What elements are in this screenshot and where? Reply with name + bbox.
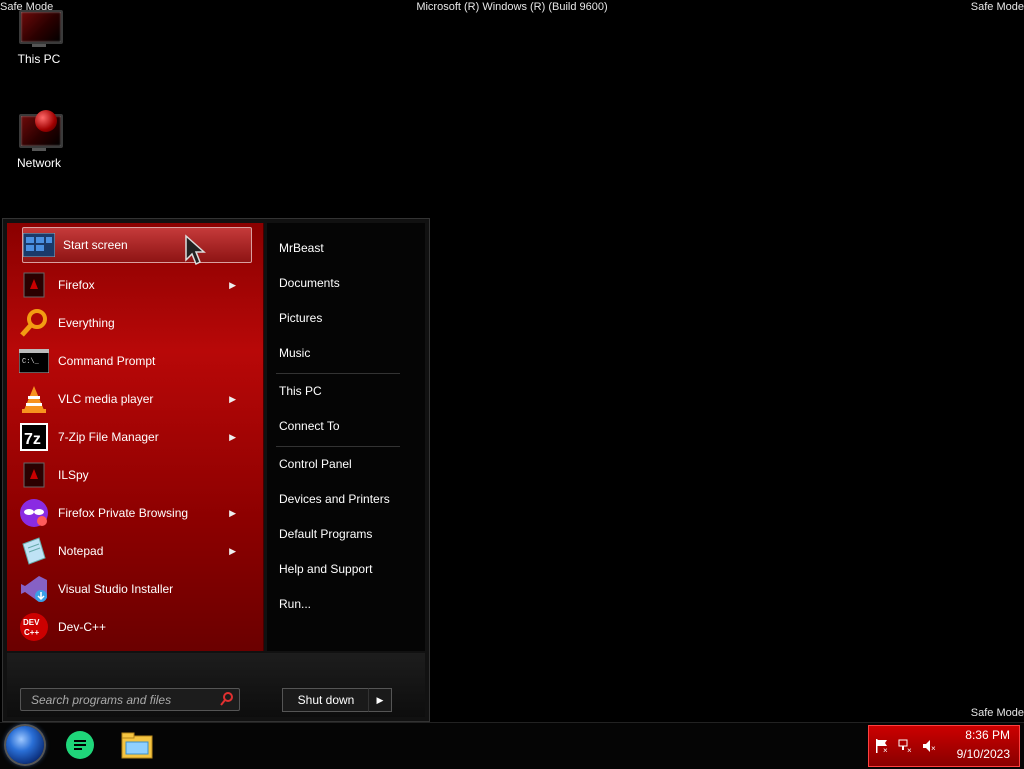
place-pictures[interactable]: Pictures	[279, 311, 322, 325]
submenu-arrow-icon: ▶	[229, 393, 236, 404]
vlc-icon	[18, 383, 50, 415]
ilspy-icon	[18, 459, 50, 491]
program-label: Start screen	[63, 238, 128, 252]
shutdown-button[interactable]: Shut down	[282, 688, 370, 712]
mouse-cursor-icon	[185, 234, 206, 266]
action-center-flag-icon[interactable]: ×	[874, 738, 890, 755]
search-icon[interactable]	[219, 691, 235, 707]
svg-text:×: ×	[883, 746, 888, 754]
program-label: Visual Studio Installer	[58, 582, 174, 596]
program-ilspy[interactable]: ILSpy	[18, 458, 250, 492]
places-separator	[276, 373, 400, 374]
submenu-arrow-icon: ▶	[229, 545, 236, 556]
safe-mode-label-bottom-right: Safe Mode	[970, 707, 1024, 719]
firefox-icon	[18, 269, 50, 301]
program-vlc[interactable]: VLC media player ▶	[18, 382, 250, 416]
safe-mode-label-top-right: Safe Mode	[970, 1, 1024, 13]
program-command-prompt[interactable]: C:\_ Command Prompt	[18, 344, 250, 378]
place-music[interactable]: Music	[279, 346, 310, 360]
program-label: Firefox	[58, 278, 95, 292]
place-documents[interactable]: Documents	[279, 276, 340, 290]
desktop-icon-this-pc[interactable]: This PC	[4, 8, 74, 66]
submenu-arrow-icon: ▶	[229, 431, 236, 442]
place-devices-printers[interactable]: Devices and Printers	[279, 492, 390, 506]
taskbar-app-file-explorer[interactable]	[120, 730, 153, 760]
start-button[interactable]	[6, 726, 44, 764]
program-label: 7-Zip File Manager	[58, 430, 159, 444]
search-input[interactable]	[29, 691, 213, 709]
program-everything[interactable]: Everything	[18, 306, 250, 340]
devcpp-icon: DEV C++	[18, 611, 50, 643]
places-separator	[276, 446, 400, 447]
chevron-right-icon: ▶	[376, 694, 384, 705]
program-label: Firefox Private Browsing	[58, 506, 189, 520]
clock-time[interactable]: 8:36 PM	[965, 728, 1010, 742]
build-watermark: Microsoft (R) Windows (R) (Build 9600)	[416, 1, 608, 13]
program-start-screen[interactable]: Start screen	[22, 227, 252, 263]
volume-muted-icon[interactable]: ×	[922, 738, 938, 754]
program-7zip[interactable]: 7z 7-Zip File Manager ▶	[18, 420, 250, 454]
place-user[interactable]: MrBeast	[279, 241, 324, 255]
submenu-arrow-icon: ▶	[229, 279, 236, 290]
notepad-icon	[18, 535, 50, 567]
place-control-panel[interactable]: Control Panel	[279, 457, 352, 471]
program-visual-studio-installer[interactable]: Visual Studio Installer	[18, 572, 250, 606]
program-notepad[interactable]: Notepad ▶	[18, 534, 250, 568]
notes-app-icon	[66, 731, 94, 759]
desktop-icon-network[interactable]: Network	[4, 110, 74, 170]
desktop-icon-label: Network	[16, 156, 61, 170]
file-explorer-icon	[121, 732, 153, 759]
visual-studio-installer-icon	[18, 573, 50, 605]
this-pc-icon	[17, 8, 63, 48]
network-status-icon[interactable]: ×	[898, 738, 914, 755]
shutdown-label: Shut down	[297, 693, 355, 707]
program-label: Command Prompt	[58, 354, 156, 368]
submenu-arrow-icon: ▶	[229, 507, 236, 518]
program-label: ILSpy	[58, 468, 89, 482]
network-icon	[17, 110, 63, 152]
place-help-support[interactable]: Help and Support	[279, 562, 372, 576]
program-firefox-private[interactable]: Firefox Private Browsing ▶	[18, 496, 250, 530]
svg-text:DEV: DEV	[23, 618, 40, 627]
command-prompt-icon: C:\_	[18, 345, 50, 377]
taskbar-app-notes[interactable]	[64, 730, 96, 760]
program-devcpp[interactable]: DEV C++ Dev-C++	[18, 610, 250, 644]
place-default-programs[interactable]: Default Programs	[279, 527, 372, 541]
program-firefox[interactable]: Firefox ▶	[18, 268, 250, 302]
svg-text:C:\_: C:\_	[22, 358, 40, 366]
search-box[interactable]	[20, 688, 240, 711]
svg-text:×: ×	[931, 744, 936, 753]
start-screen-icon	[23, 229, 55, 261]
shutdown-options-button[interactable]: ▶	[368, 688, 392, 712]
svg-text:×: ×	[907, 746, 912, 754]
program-label: Notepad	[58, 544, 104, 558]
firefox-private-icon	[18, 497, 50, 529]
place-run[interactable]: Run...	[279, 597, 311, 611]
7zip-icon: 7z	[18, 421, 50, 453]
program-label: Everything	[58, 316, 115, 330]
program-label: Dev-C++	[58, 620, 107, 634]
svg-text:C++: C++	[24, 628, 39, 637]
place-connect-to[interactable]: Connect To	[279, 419, 340, 433]
place-this-pc[interactable]: This PC	[279, 384, 322, 398]
program-label: VLC media player	[58, 392, 154, 406]
everything-icon	[18, 307, 50, 339]
svg-text:7z: 7z	[24, 431, 41, 448]
desktop-icon-label: This PC	[17, 52, 61, 66]
clock-date[interactable]: 9/10/2023	[957, 747, 1010, 761]
